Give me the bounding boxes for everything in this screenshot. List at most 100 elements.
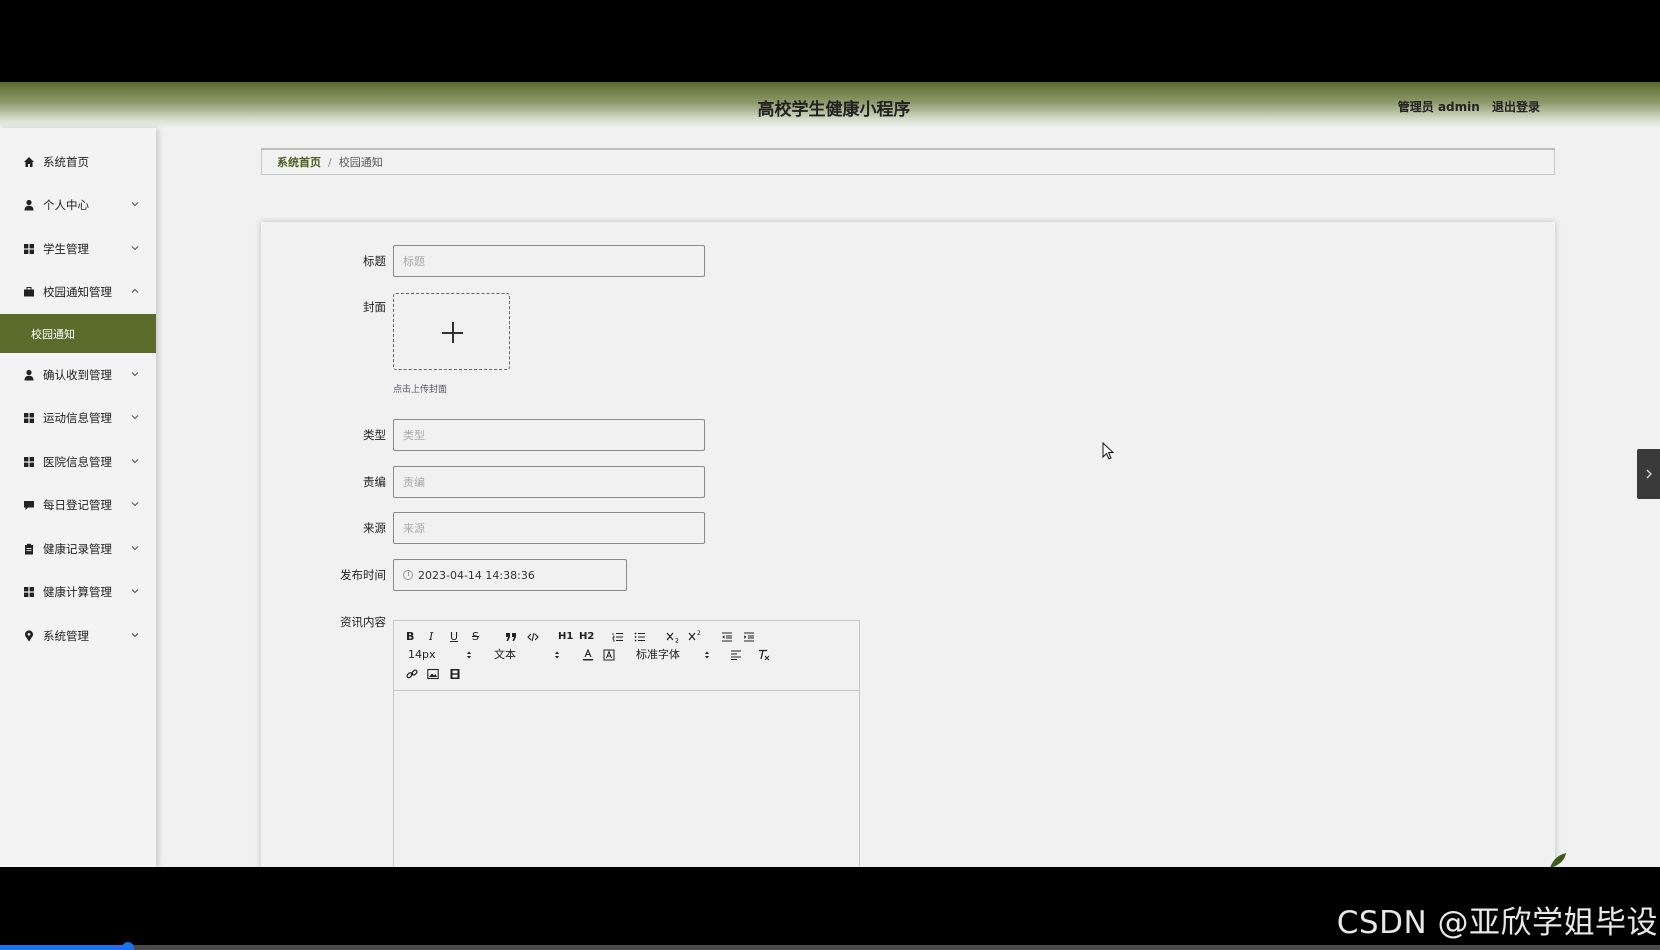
link-icon[interactable]: [406, 668, 418, 680]
block-format-value: 文本: [494, 648, 516, 661]
strike-button[interactable]: S: [472, 631, 479, 643]
subscript-icon[interactable]: 2: [666, 631, 680, 643]
chevron-down-icon: [131, 458, 139, 464]
sidebar-item-health-calc-mgmt[interactable]: 健康计算管理: [0, 571, 156, 615]
right-panel-toggle[interactable]: [1637, 449, 1660, 499]
sidebar-item-confirm-mgmt[interactable]: 确认收到管理: [0, 353, 156, 397]
comment-icon: [23, 499, 35, 511]
block-format-select[interactable]: 文本: [494, 649, 516, 661]
clipboard-icon: [23, 543, 35, 555]
source-label: 来源: [363, 521, 386, 535]
sidebar-item-hospital-mgmt[interactable]: 医院信息管理: [0, 440, 156, 484]
code-icon[interactable]: [527, 632, 539, 642]
plus-icon-vertical: [452, 322, 454, 343]
cover-upload-button[interactable]: [393, 293, 510, 370]
chevron-up-icon: [131, 288, 139, 294]
sidebar-item-label: 健康计算管理: [43, 585, 112, 600]
svg-text:2: 2: [697, 630, 701, 637]
sidebar-item-system-mgmt[interactable]: 系统管理: [0, 614, 156, 658]
font-family-select[interactable]: 标准字体: [636, 649, 680, 661]
user-icon: [23, 369, 35, 381]
svg-text:2: 2: [675, 638, 679, 644]
font-size-select[interactable]: 14px: [408, 649, 436, 661]
sidebar-item-notice-mgmt[interactable]: 校园通知管理: [0, 271, 156, 315]
grid-icon: [23, 243, 35, 255]
title-label: 标题: [363, 254, 386, 268]
sidebar-subitem-campus-notice[interactable]: 校园通知: [0, 314, 156, 353]
breadcrumb-home-link[interactable]: 系统首页: [277, 154, 321, 170]
breadcrumb-separator: /: [328, 155, 332, 169]
grid-icon: [23, 412, 35, 424]
sidebar-item-label: 学生管理: [43, 241, 89, 256]
sidebar-item-daily-mgmt[interactable]: 每日登记管理: [0, 484, 156, 528]
user-icon: [23, 199, 35, 211]
image-icon[interactable]: [427, 668, 439, 680]
sidebar-item-label: 医院信息管理: [43, 454, 112, 469]
location-icon: [23, 630, 35, 642]
align-icon[interactable]: [730, 650, 742, 660]
font-family-value: 标准字体: [636, 648, 680, 661]
bullet-list-icon[interactable]: [634, 632, 646, 642]
type-label: 类型: [363, 428, 386, 442]
chevron-down-icon: [131, 245, 139, 251]
cover-upload-hint: 点击上传封面: [393, 385, 448, 395]
editor-input[interactable]: 责编: [393, 466, 705, 498]
underline-button[interactable]: U: [450, 631, 458, 643]
admin-user-label: 管理员 admin: [1397, 100, 1480, 114]
logout-link[interactable]: 退出登录: [1492, 100, 1540, 114]
admin-app: 高校学生健康小程序 管理员 admin 退出登录 系统首页 个人中心 学生管理 …: [0, 82, 1660, 867]
publish-time-value: 2023-04-14 14:38:36: [418, 568, 535, 582]
sidebar-item-health-record-mgmt[interactable]: 健康记录管理: [0, 527, 156, 571]
publish-time-picker[interactable]: 2023-04-14 14:38:36: [393, 559, 627, 591]
select-arrows-icon: [555, 651, 559, 659]
chevron-down-icon: [131, 545, 139, 551]
clear-format-icon[interactable]: [757, 649, 770, 661]
clock-icon: [403, 570, 413, 580]
ordered-list-icon[interactable]: [612, 632, 624, 642]
sidebar-item-label: 运动信息管理: [43, 411, 112, 426]
type-input[interactable]: 类型: [393, 419, 705, 451]
outdent-icon[interactable]: [721, 632, 733, 642]
grid-icon: [23, 456, 35, 468]
home-icon: [23, 156, 35, 168]
heading1-button[interactable]: H1: [558, 631, 573, 643]
video-icon[interactable]: [449, 668, 461, 680]
chevron-down-icon: [131, 632, 139, 638]
italic-button[interactable]: I: [429, 631, 433, 643]
grid-icon: [23, 586, 35, 598]
user-area: 管理员 admin 退出登录: [1398, 98, 1540, 115]
sidebar-item-label: 系统管理: [43, 628, 89, 643]
sidebar-nav: 系统首页 个人中心 学生管理 校园通知管理 校园通知 确认收到管理 运动信息管理…: [0, 128, 156, 867]
sidebar-item-home[interactable]: 系统首页: [0, 140, 156, 184]
background-color-icon[interactable]: [603, 649, 615, 661]
source-input[interactable]: 来源: [393, 512, 705, 544]
video-progress-bar[interactable]: [0, 942, 1660, 950]
sidebar-item-sport-mgmt[interactable]: 运动信息管理: [0, 397, 156, 441]
publish-time-label: 发布时间: [340, 568, 386, 582]
cover-label: 封面: [363, 300, 386, 314]
chevron-right-icon: [1646, 469, 1652, 479]
editor-toolbar: B I U S H1 H2 2 2 14px 文本 标准字体: [394, 621, 859, 691]
sidebar-item-label: 每日登记管理: [43, 498, 112, 513]
blockquote-icon[interactable]: [505, 632, 517, 642]
video-progress-knob[interactable]: [121, 942, 134, 950]
font-size-value: 14px: [408, 648, 436, 661]
sidebar-item-students[interactable]: 学生管理: [0, 227, 156, 271]
chevron-down-icon: [131, 589, 139, 594]
bold-button[interactable]: B: [406, 631, 414, 643]
editor-label: 责编: [363, 475, 386, 489]
sidebar-item-label: 个人中心: [43, 198, 89, 213]
chevron-down-icon: [131, 371, 139, 377]
watermark-text: CSDN @亚欣学姐毕设: [1336, 905, 1658, 941]
editor-content-area[interactable]: [394, 691, 859, 867]
superscript-icon[interactable]: 2: [688, 630, 702, 642]
indent-icon[interactable]: [743, 632, 755, 642]
title-input[interactable]: 标题: [393, 245, 705, 277]
sidebar-item-personal[interactable]: 个人中心: [0, 184, 156, 228]
mouse-cursor-icon: [1102, 442, 1115, 460]
select-arrows-icon: [705, 651, 709, 659]
heading2-button[interactable]: H2: [579, 631, 594, 643]
chevron-down-icon: [131, 202, 139, 207]
content-label: 资讯内容: [340, 615, 386, 629]
font-color-icon[interactable]: [582, 649, 594, 661]
